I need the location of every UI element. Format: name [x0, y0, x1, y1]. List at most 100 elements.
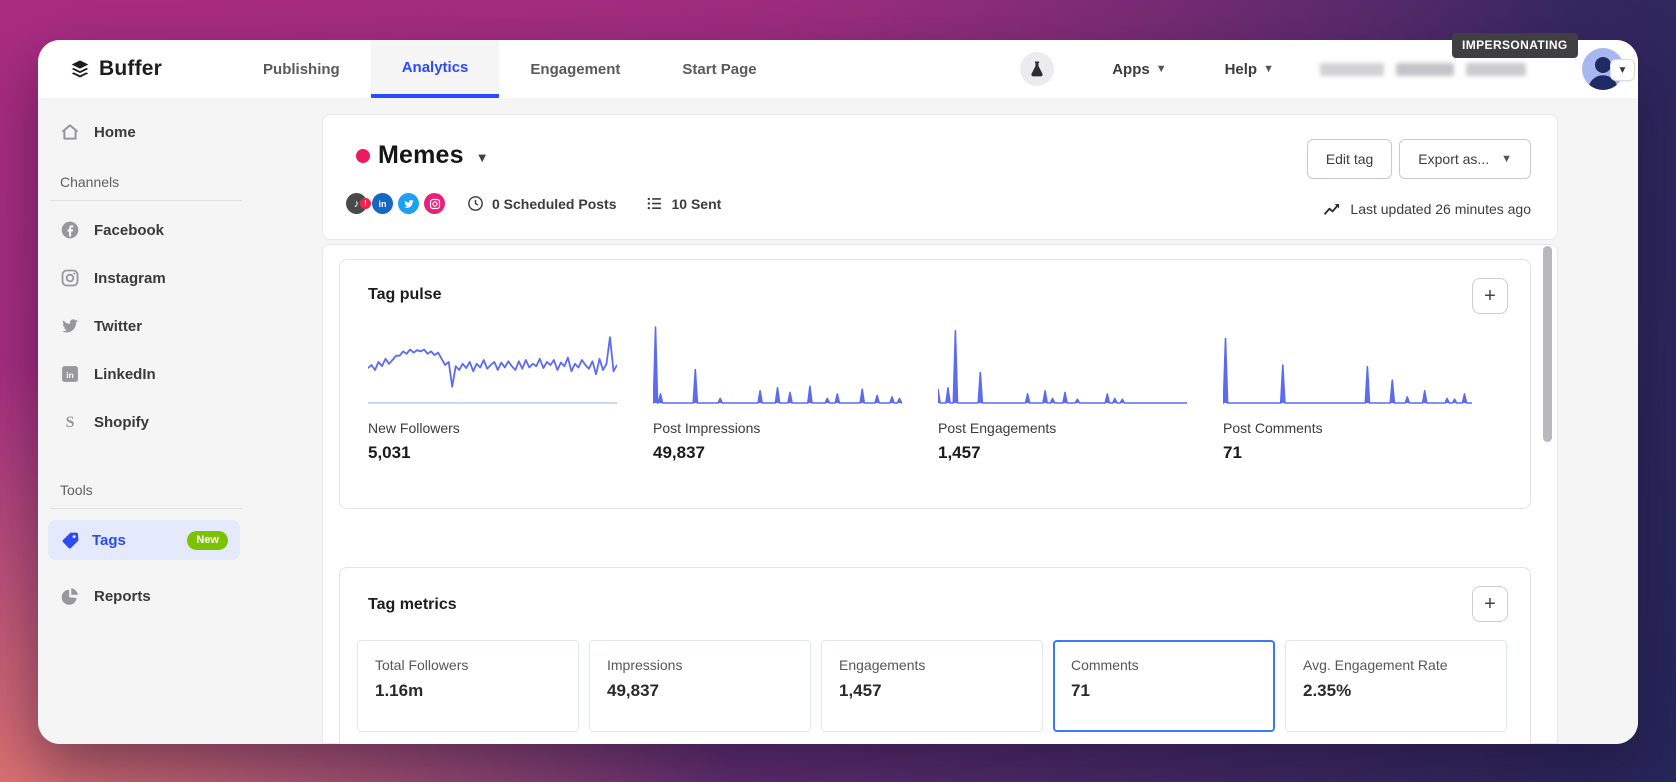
apps-menu[interactable]: Apps▼	[1112, 61, 1166, 78]
pulse-metric: New Followers 5,031	[368, 322, 617, 463]
chevron-down-icon: ▼	[1156, 64, 1167, 75]
tile-comments-selected[interactable]: Comments 71	[1053, 640, 1275, 732]
add-metric-button[interactable]: +	[1472, 278, 1508, 314]
tile-label: Total Followers	[375, 657, 578, 673]
app-window: Buffer Publishing Analytics Engagement S…	[38, 40, 1638, 744]
tile-value: 49,837	[607, 681, 810, 701]
pulse-metrics-row: New Followers 5,031 Post Impressions 49,…	[368, 322, 1472, 463]
pulse-metric: Post Comments 71	[1223, 322, 1472, 463]
tiktok-avatar-icon[interactable]: ♪ !	[346, 193, 367, 214]
tag-header-panel: Memes ▼ ♪ ! in	[322, 114, 1558, 240]
trending-icon	[1323, 202, 1341, 217]
impersonating-badge: IMPERSONATING	[1452, 33, 1578, 58]
tile-label: Impressions	[607, 657, 810, 673]
tag-switcher-caret[interactable]: ▼	[476, 146, 489, 165]
header-actions: Edit tag Export as...▼	[1307, 139, 1531, 179]
page-title: Memes	[378, 141, 464, 170]
add-metric-button[interactable]: +	[1472, 586, 1508, 622]
sidebar-item-label: LinkedIn	[94, 366, 156, 383]
tag-channel-avatars: ♪ ! in	[346, 193, 445, 214]
tools-section-label: Tools	[60, 482, 310, 498]
top-navbar: Buffer Publishing Analytics Engagement S…	[38, 40, 1638, 98]
sparkline-post-comments	[1223, 322, 1472, 406]
alert-badge: !	[360, 198, 371, 209]
svg-text:in: in	[66, 370, 73, 380]
svg-text:S: S	[66, 414, 75, 431]
tag-icon	[60, 530, 80, 550]
metric-value: 5,031	[368, 443, 617, 463]
twitter-avatar-icon[interactable]	[398, 193, 419, 214]
sidebar-item-label: Twitter	[94, 318, 142, 335]
main-content: Memes ▼ ♪ ! in	[322, 114, 1558, 744]
sidebar-item-instagram[interactable]: Instagram	[60, 254, 310, 302]
sidebar-item-tags[interactable]: Tags New	[48, 520, 240, 560]
sidebar-item-linkedin[interactable]: in LinkedIn	[60, 350, 310, 398]
chevron-down-icon: ▼	[1263, 64, 1274, 75]
sidebar-item-label: Reports	[94, 588, 151, 605]
metric-label: Post Impressions	[653, 420, 902, 436]
sidebar-item-label: Tags	[92, 532, 126, 549]
pulse-metric: Post Impressions 49,837	[653, 322, 902, 463]
clock-icon	[467, 195, 484, 212]
sidebar: Home Channels Facebook Instagram	[38, 98, 310, 744]
card-title: Tag metrics	[368, 596, 457, 614]
sparkline-post-engagements	[938, 322, 1187, 406]
tile-value: 2.35%	[1303, 681, 1506, 701]
linkedin-avatar-icon[interactable]: in	[372, 193, 393, 214]
divider	[50, 200, 242, 201]
sidebar-item-shopify[interactable]: S Shopify	[60, 398, 310, 446]
tile-engagements[interactable]: Engagements 1,457	[821, 640, 1043, 732]
vertical-scrollbar[interactable]	[1543, 246, 1552, 442]
facebook-icon	[60, 220, 80, 240]
tag-pulse-card: Tag pulse + New Followers 5,031 Post Imp…	[339, 259, 1531, 509]
pie-chart-icon	[60, 586, 80, 606]
tab-engagement[interactable]: Engagement	[499, 40, 651, 98]
scheduled-posts: 0 Scheduled Posts	[467, 195, 616, 212]
tag-color-dot	[356, 149, 370, 163]
card-title: Tag pulse	[368, 286, 442, 304]
sidebar-item-twitter[interactable]: Twitter	[60, 302, 310, 350]
account-dropdown-caret[interactable]: ▼	[1610, 59, 1635, 81]
labs-flask-button[interactable]	[1020, 52, 1054, 86]
sidebar-item-home[interactable]: Home	[60, 118, 310, 146]
metric-value: 1,457	[938, 443, 1187, 463]
primary-nav: Publishing Analytics Engagement Start Pa…	[232, 40, 788, 98]
instagram-icon	[60, 268, 80, 288]
instagram-avatar-icon[interactable]	[424, 193, 445, 214]
metric-label: Post Comments	[1223, 420, 1472, 436]
list-icon	[646, 195, 663, 212]
buffer-logo[interactable]: Buffer	[70, 40, 162, 98]
flask-icon	[1028, 60, 1046, 78]
shopify-icon: S	[60, 412, 80, 432]
tile-value: 1,457	[839, 681, 1042, 701]
sparkline-post-impressions	[653, 322, 902, 406]
tab-start-page[interactable]: Start Page	[651, 40, 787, 98]
tag-meta-row: ♪ ! in 0 Scheduled Posts	[346, 193, 721, 214]
tile-avg-engagement-rate[interactable]: Avg. Engagement Rate 2.35%	[1285, 640, 1507, 732]
tab-analytics[interactable]: Analytics	[371, 40, 500, 98]
export-as-button[interactable]: Export as...▼	[1399, 139, 1531, 179]
tag-metrics-card: Tag metrics + Total Followers 1.16m Impr…	[339, 567, 1531, 744]
sidebar-item-label: Home	[94, 124, 136, 141]
home-icon	[60, 122, 80, 142]
tab-publishing[interactable]: Publishing	[232, 40, 371, 98]
analytics-scroll-panel: Tag pulse + New Followers 5,031 Post Imp…	[322, 244, 1558, 744]
tile-label: Comments	[1071, 657, 1273, 673]
app-body: Home Channels Facebook Instagram	[38, 98, 1638, 744]
metric-label: Post Engagements	[938, 420, 1187, 436]
redacted-user-name	[1320, 63, 1526, 76]
edit-tag-button[interactable]: Edit tag	[1307, 139, 1392, 179]
new-badge: New	[187, 531, 228, 550]
sidebar-item-label: Shopify	[94, 414, 149, 431]
help-menu[interactable]: Help▼	[1225, 61, 1274, 78]
tile-label: Avg. Engagement Rate	[1303, 657, 1506, 673]
linkedin-icon: in	[60, 364, 80, 384]
sidebar-item-facebook[interactable]: Facebook	[60, 206, 310, 254]
sidebar-item-reports[interactable]: Reports	[60, 574, 151, 618]
tile-total-followers[interactable]: Total Followers 1.16m	[357, 640, 579, 732]
metric-value: 71	[1223, 443, 1472, 463]
metric-value: 49,837	[653, 443, 902, 463]
nav-right-group: Apps▼ Help▼	[1020, 40, 1526, 98]
tile-impressions[interactable]: Impressions 49,837	[589, 640, 811, 732]
divider	[50, 508, 242, 509]
